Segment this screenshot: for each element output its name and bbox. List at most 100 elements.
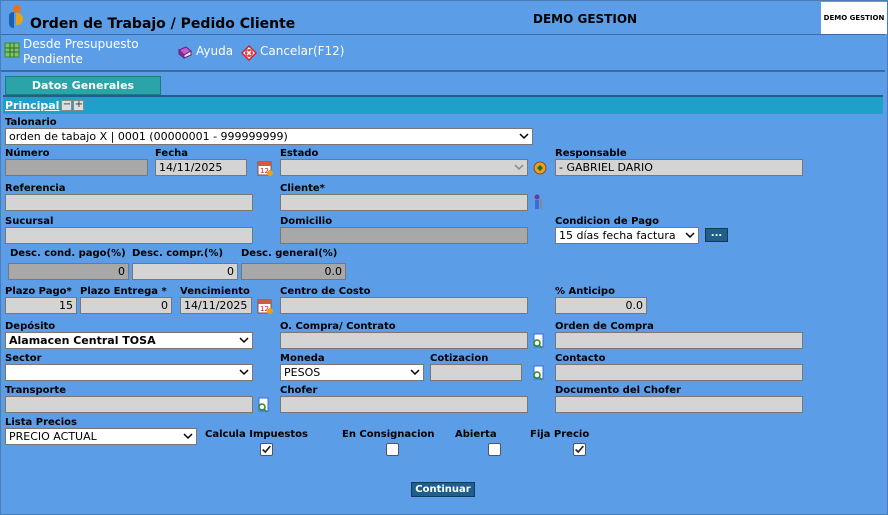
orden-compra-field[interactable] xyxy=(555,332,803,349)
chevron-down-icon xyxy=(239,337,249,344)
fecha-field[interactable]: 14/11/2025 xyxy=(155,159,247,176)
calcula-impuestos-checkbox[interactable] xyxy=(260,443,273,456)
chevron-down-icon xyxy=(239,369,249,376)
sucursal-label: Sucursal xyxy=(5,216,54,227)
abierta-checkbox[interactable] xyxy=(488,443,501,456)
fija-precio-checkbox[interactable] xyxy=(573,443,586,456)
doc-chofer-label: Documento del Chofer xyxy=(555,385,681,396)
numero-label: Número xyxy=(5,148,50,159)
abierta-label: Abierta xyxy=(455,429,497,440)
responsable-label: Responsable xyxy=(555,148,627,159)
deposito-value: Alamacen Central TOSA xyxy=(9,334,156,347)
domicilio-label: Domicilio xyxy=(280,216,333,227)
cotizacion-field[interactable] xyxy=(430,364,522,381)
transporte-field[interactable] xyxy=(5,396,253,413)
desc-general-label: Desc. general(%) xyxy=(241,248,338,259)
estado-select[interactable] xyxy=(280,159,528,176)
desc-general-field[interactable]: 0.0 xyxy=(241,263,346,280)
cancel-button[interactable]: Cancelar(F12) xyxy=(241,44,344,61)
expand-icon[interactable]: + xyxy=(73,100,85,111)
moneda-value: PESOS xyxy=(284,366,321,379)
collapse-icon[interactable]: − xyxy=(61,100,73,111)
condicion-select[interactable]: 15 días fecha factura xyxy=(555,227,699,244)
deposito-select[interactable]: Alamacen Central TOSA xyxy=(5,332,253,349)
help-button[interactable]: Ayuda xyxy=(177,44,233,61)
chofer-label: Chofer xyxy=(280,385,318,396)
header: Orden de Trabajo / Pedido Cliente DEMO G… xyxy=(1,1,887,34)
checkmark-icon xyxy=(575,445,584,454)
from-budget-label-line1: Desde Presupuesto xyxy=(23,37,139,51)
plazo-pago-field[interactable]: 15 xyxy=(5,297,77,314)
consignacion-label: En Consignacion xyxy=(342,429,435,440)
cliente-field[interactable] xyxy=(280,194,528,211)
responsable-field[interactable]: - GABRIEL DARIO xyxy=(555,159,803,176)
chevron-down-icon xyxy=(183,433,193,440)
referencia-label: Referencia xyxy=(5,183,66,194)
contacto-field[interactable] xyxy=(555,364,803,381)
cancel-icon xyxy=(241,45,257,61)
calendar-icon[interactable]: 12 xyxy=(256,159,274,177)
chevron-down-icon xyxy=(685,232,695,239)
lookup-icon[interactable] xyxy=(255,396,273,414)
condicion-value: 15 días fecha factura xyxy=(559,229,676,242)
estado-label: Estado xyxy=(280,148,319,159)
from-budget-label-line2: Pendiente xyxy=(23,52,83,66)
calendar-icon[interactable]: 12 xyxy=(256,297,274,315)
lista-precios-value: PRECIO ACTUAL xyxy=(9,430,97,443)
cancel-label: Cancelar(F12) xyxy=(260,44,345,58)
centro-costo-field[interactable] xyxy=(280,297,528,314)
help-label: Ayuda xyxy=(196,44,234,58)
condicion-more-button[interactable]: ... xyxy=(705,228,728,242)
moneda-select[interactable]: PESOS xyxy=(280,364,424,381)
sucursal-field[interactable] xyxy=(5,227,253,244)
plazo-pago-label: Plazo Pago* xyxy=(5,286,72,297)
grid-table-icon xyxy=(4,42,20,58)
vencimiento-label: Vencimiento xyxy=(180,286,250,297)
chevron-down-icon xyxy=(519,133,529,140)
desc-cond-field[interactable]: 0 xyxy=(8,263,129,280)
desc-compr-label: Desc. compr.(%) xyxy=(132,248,224,259)
lookup-icon[interactable] xyxy=(530,364,548,382)
ocompra-label: O. Compra/ Contrato xyxy=(280,321,396,332)
plazo-entrega-field[interactable]: 0 xyxy=(80,297,172,314)
company-name: DEMO GESTION xyxy=(533,12,638,26)
deposito-label: Depósito xyxy=(5,321,56,332)
transporte-label: Transporte xyxy=(5,385,66,396)
section-principal: Principal − + xyxy=(3,97,883,114)
from-budget-button[interactable]: Desde Presupuesto Pendiente xyxy=(4,37,139,67)
tab-datos-generales[interactable]: Datos Generales xyxy=(5,76,161,95)
moneda-label: Moneda xyxy=(280,353,325,364)
vencimiento-field[interactable]: 14/11/2025 xyxy=(180,297,252,314)
referencia-field[interactable] xyxy=(5,194,253,211)
page-title: Orden de Trabajo / Pedido Cliente xyxy=(30,16,296,32)
orden-compra-label: Orden de Compra xyxy=(555,321,654,332)
doc-chofer-field[interactable] xyxy=(555,396,803,413)
toolbar: Desde Presupuesto Pendiente Ayuda Cancel… xyxy=(1,35,885,70)
cotizacion-label: Cotizacion xyxy=(430,353,489,364)
section-title[interactable]: Principal xyxy=(5,99,59,112)
numero-field[interactable] xyxy=(5,159,148,176)
person-search-icon[interactable] xyxy=(530,193,548,211)
sector-label: Sector xyxy=(5,353,42,364)
fecha-label: Fecha xyxy=(155,148,189,159)
desc-compr-field[interactable]: 0 xyxy=(132,263,238,280)
sector-select[interactable] xyxy=(5,364,253,381)
cliente-label: Cliente* xyxy=(280,183,325,194)
fija-precio-label: Fija Precio xyxy=(530,429,590,440)
lista-precios-select[interactable]: PRECIO ACTUAL xyxy=(5,428,197,445)
checkmark-icon xyxy=(262,445,271,454)
continue-button[interactable]: Continuar xyxy=(411,482,475,497)
talonario-select[interactable]: orden de tabajo X | 0001 (00000001 - 999… xyxy=(5,128,533,145)
condicion-label: Condicion de Pago xyxy=(555,216,659,227)
chofer-field[interactable] xyxy=(280,396,528,413)
lista-precios-label: Lista Precios xyxy=(5,417,77,428)
consignacion-checkbox[interactable] xyxy=(386,443,399,456)
ocompra-field[interactable] xyxy=(280,332,528,349)
chevron-down-icon xyxy=(514,164,524,171)
talonario-value: orden de tabajo X | 0001 (00000001 - 999… xyxy=(9,130,288,143)
estado-search-icon[interactable] xyxy=(531,159,549,177)
plazo-entrega-label: Plazo Entrega * xyxy=(80,286,167,297)
anticipo-field[interactable]: 0.0 xyxy=(555,297,647,314)
lookup-icon[interactable] xyxy=(530,332,548,350)
domicilio-field[interactable] xyxy=(280,227,528,244)
